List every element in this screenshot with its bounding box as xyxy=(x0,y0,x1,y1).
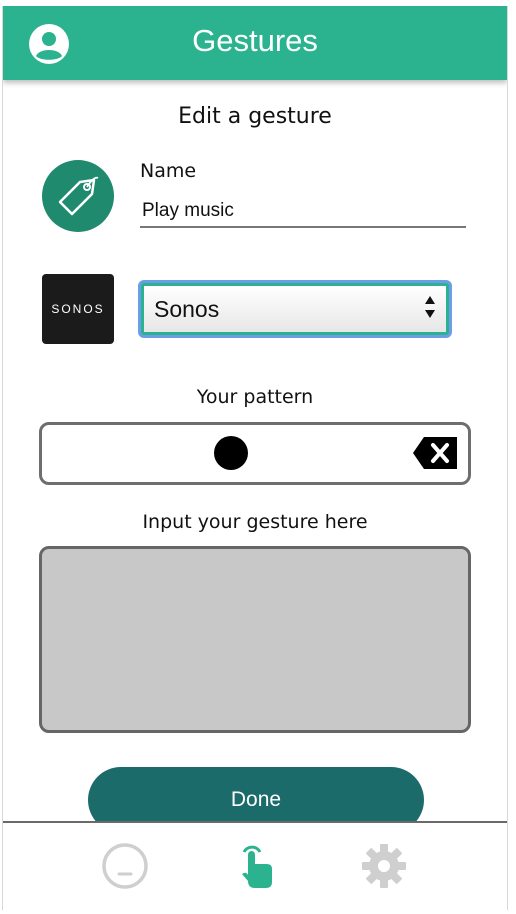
phone-screen: Gestures Edit a gesture Name SONOS Sonos… xyxy=(2,6,508,910)
neutral-face-icon[interactable] xyxy=(100,841,150,891)
app-title: Gestures xyxy=(192,23,318,58)
tag-icon xyxy=(42,160,114,232)
page-heading: Edit a gesture xyxy=(178,104,332,129)
app-bar: Gestures xyxy=(3,6,507,80)
touch-gesture-icon[interactable] xyxy=(233,841,283,891)
sonos-logo: SONOS xyxy=(42,274,114,344)
select-arrows-icon xyxy=(424,295,436,323)
pattern-label: Your pattern xyxy=(196,386,314,408)
name-field[interactable] xyxy=(140,196,466,228)
settings-gear-icon[interactable] xyxy=(359,841,409,891)
device-select[interactable]: Sonos xyxy=(138,280,452,338)
bottom-navigation xyxy=(3,821,507,910)
backspace-icon[interactable] xyxy=(412,436,458,474)
pattern-display xyxy=(39,422,471,485)
pattern-dot xyxy=(214,436,248,470)
gesture-input-pad[interactable] xyxy=(39,546,471,733)
device-select-value: Sonos xyxy=(154,295,220,322)
name-label: Name xyxy=(140,160,197,182)
gesture-input-label: Input your gesture here xyxy=(142,511,368,533)
